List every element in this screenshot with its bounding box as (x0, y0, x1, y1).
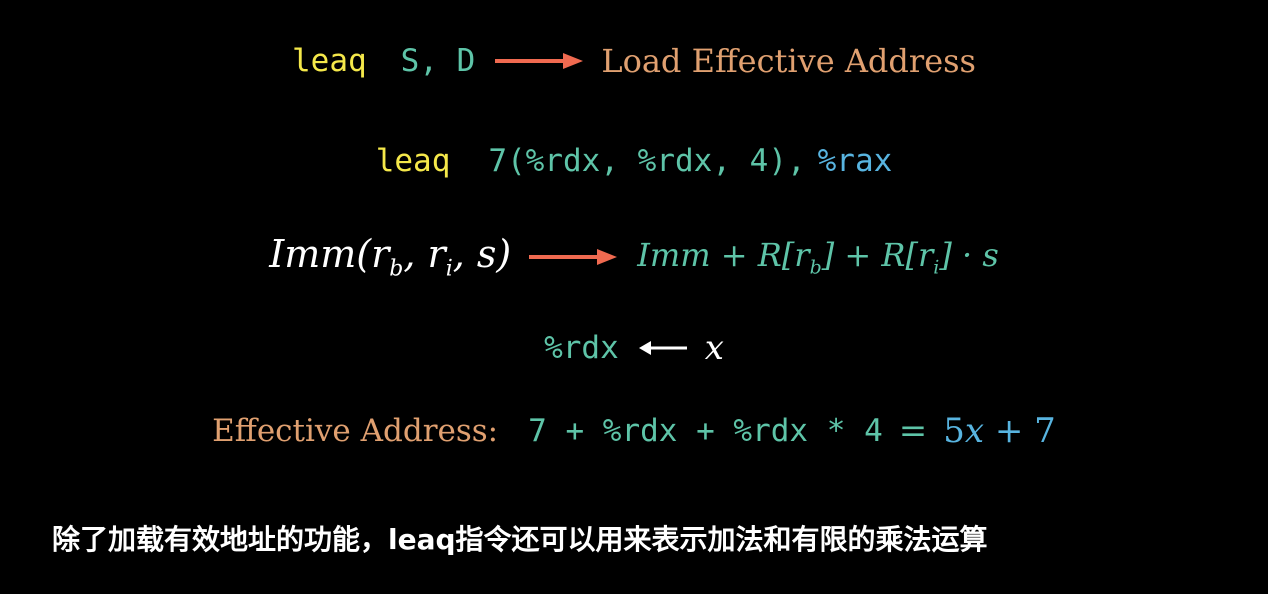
effective-address-label: Effective Address: (212, 413, 499, 449)
addressing-mode-rhs: Imm + R[rb] + R[ri] · s (637, 235, 999, 279)
variable-x: x (704, 328, 724, 368)
example-source-operand: 7(%rdx, %rdx, 4), (488, 143, 806, 179)
leaq-definition-row: leaq S, D Load Effective Address (0, 36, 1268, 86)
left-arrow-icon (638, 341, 687, 355)
addressing-mode-row: Imm(rb, ri, s) Imm + R[rb] + R[ri] · s (0, 230, 1268, 284)
register-assignment-row: %rdx x (0, 324, 1268, 372)
leaq-operands: S, D (400, 43, 476, 79)
addressing-mode-lhs: Imm(rb, ri, s) (269, 232, 512, 282)
leaq-example-row: leaq 7(%rdx, %rdx, 4), %rax (0, 136, 1268, 186)
leaq-instruction: leaq (292, 43, 367, 79)
effective-address-expression: 7 + %rdx + %rdx * 4 (528, 413, 883, 449)
example-instruction: leaq (375, 143, 451, 179)
effective-address-result: 5x + 7 (943, 411, 1056, 451)
equals-sign: = (898, 411, 928, 451)
right-arrow-icon (529, 249, 618, 265)
example-dest-operand: %rax (817, 143, 893, 179)
right-arrow-icon (495, 53, 584, 69)
subtitle-caption: 除了加载有效地址的功能，leaq指令还可以用来表示加法和有限的乘法运算 (52, 523, 988, 556)
leaq-description: Load Effective Address (601, 42, 976, 80)
effective-address-row: Effective Address: 7 + %rdx + %rdx * 4 =… (0, 406, 1268, 456)
assigned-register: %rdx (544, 330, 619, 366)
